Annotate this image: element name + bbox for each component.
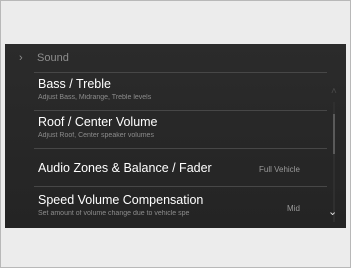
chevron-up-icon[interactable]: ˄ — [331, 86, 337, 97]
menu-item-audio-zones[interactable]: Audio Zones & Balance / Fader Full Vehic… — [5, 148, 327, 186]
scrollbar-thumb[interactable] — [333, 114, 335, 154]
breadcrumb[interactable]: › Sound — [5, 44, 346, 72]
chevron-down-icon[interactable]: ⌄ — [328, 205, 337, 218]
menu-item-title: Roof / Center Volume — [38, 115, 158, 129]
menu-item-title: Audio Zones & Balance / Fader — [38, 161, 212, 175]
menu-item-roof-center-volume[interactable]: Roof / Center Volume Adjust Roof, Center… — [5, 110, 327, 148]
menu-item-value: Full Vehicle — [259, 165, 300, 174]
chevron-right-icon: › — [19, 52, 23, 64]
breadcrumb-label: Sound — [37, 52, 69, 64]
sound-settings-screen: › Sound Bass / Treble Adjust Bass, Midra… — [5, 44, 346, 228]
menu-item-subtitle: Adjust Bass, Midrange, Treble levels — [38, 94, 152, 101]
menu-item-title: Speed Volume Compensation — [38, 193, 204, 207]
menu-item-value: Mid — [287, 204, 300, 213]
menu-item-title: Bass / Treble — [38, 77, 111, 91]
menu-item-subtitle: Adjust Roof, Center speaker volumes — [38, 132, 154, 139]
menu-item-bass-treble[interactable]: Bass / Treble Adjust Bass, Midrange, Tre… — [5, 72, 327, 110]
menu-item-speed-volume-compensation[interactable]: Speed Volume Compensation Set amount of … — [5, 186, 327, 228]
menu-item-subtitle: Set amount of volume change due to vehic… — [38, 210, 190, 217]
